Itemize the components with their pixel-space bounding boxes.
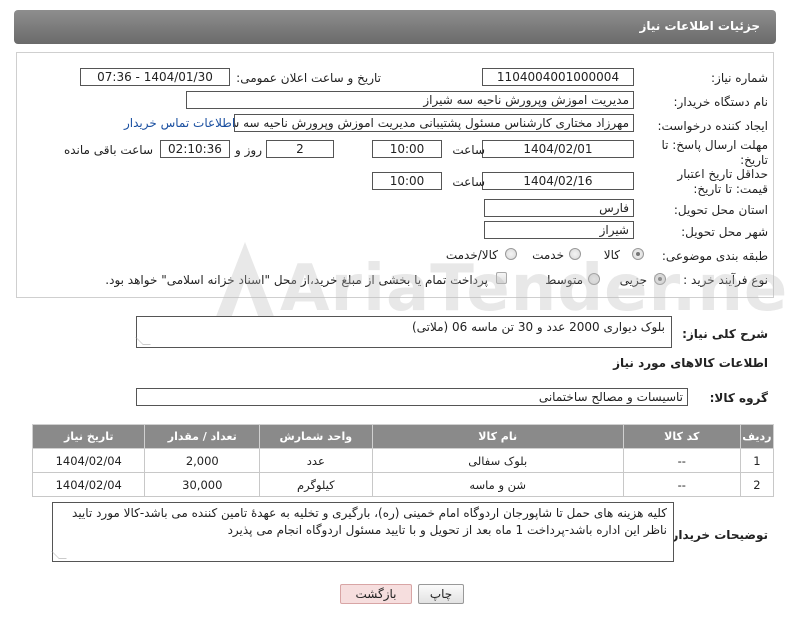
item-name-cell: بلوک سفالی (371, 448, 624, 473)
goods-group-field: تاسیسات و مصالح ساختمانی (136, 388, 688, 406)
requester-field: مهرزاد مختاری کارشناس مسئول پشتیبانی مدی… (234, 114, 634, 132)
description-textarea[interactable]: بلوک دیواری 2000 عدد و 30 تن ماسه 06 (مل… (135, 316, 672, 348)
goods-section-title: اطلاعات کالاهای مورد نیاز (613, 356, 768, 370)
days-label: روز و (235, 143, 262, 157)
buyer-notes-textarea[interactable]: کلیه هزینه های حمل تا شاپورجان اردوگاه ا… (51, 502, 674, 562)
row-number-cell: 2 (739, 472, 775, 497)
col-item-name: نام کالا (371, 424, 624, 449)
buyer-org-field: مدیریت اموزش وپرورش ناحیه سه شیراز (186, 91, 634, 109)
category-goods-service-radio[interactable] (505, 248, 517, 260)
treasury-payment-note: پرداخت تمام یا بخشی از مبلغ خرید،از محل … (105, 273, 488, 287)
deadline-time-label: ساعت (452, 143, 485, 157)
need-date-cell: 1404/02/04 (31, 448, 146, 473)
row-number-cell: 1 (739, 448, 775, 473)
quantity-cell: 2,000 (144, 448, 261, 473)
announce-field: 1404/01/30 - 07:36 (80, 68, 230, 86)
requester-label: ایجاد کننده درخواست: (657, 119, 768, 133)
goods-table: ردیف کد کالا نام کالا واحد شمارش تعداد /… (31, 424, 775, 497)
price-validity-time-label: ساعت (452, 175, 485, 189)
announce-label: تاریخ و ساعت اعلان عمومی: (236, 71, 381, 85)
category-goods-service-label: کالا/خدمت (445, 248, 498, 262)
print-button[interactable]: چاپ (418, 584, 464, 604)
category-goods-label: کالا (603, 248, 620, 262)
page-title: جزئیات اطلاعات نیاز (639, 19, 760, 33)
province-field: فارس (484, 199, 634, 217)
table-row: 2 -- شن و ماسه کیلوگرم 30,000 1404/02/04 (31, 472, 775, 497)
col-item-code: کد کالا (622, 424, 741, 449)
price-validity-time-field: 10:00 (372, 172, 442, 190)
city-field: شیراز (484, 221, 634, 239)
unit-cell: عدد (259, 448, 373, 473)
buyer-contact-link[interactable]: اطلاعات تماس خریدار (124, 116, 235, 130)
need-date-cell: 1404/02/04 (31, 472, 146, 497)
buyer-org-label: نام دستگاه خریدار: (673, 95, 769, 109)
quantity-cell: 30,000 (144, 472, 261, 497)
resize-grip-icon[interactable] (135, 337, 151, 345)
col-quantity: تعداد / مقدار (144, 424, 261, 449)
goods-group-label: گروه کالا: (709, 391, 768, 405)
price-validity-date-field: 1404/02/16 (482, 172, 634, 190)
description-label: شرح کلی نیاز: (682, 327, 768, 341)
price-validity-label: حداقل تاریخ اعتبار قیمت: تا تاریخ: (677, 167, 768, 196)
province-label: استان محل تحویل: (673, 203, 768, 217)
category-label: طبقه بندی موضوعی: (661, 249, 768, 263)
item-code-cell: -- (622, 448, 741, 473)
title-bar: جزئیات اطلاعات نیاز (14, 10, 776, 44)
need-number-label: شماره نیاز: (711, 71, 768, 85)
item-name-cell: شن و ماسه (371, 472, 624, 497)
unit-cell: کیلوگرم (259, 472, 373, 497)
category-service-radio[interactable] (569, 248, 581, 260)
description-text: بلوک دیواری 2000 عدد و 30 تن ماسه 06 (مل… (411, 320, 665, 334)
days-field: 2 (266, 140, 334, 158)
purchase-type-minor-radio[interactable] (654, 273, 666, 285)
col-need-date: تاریخ نیاز (31, 424, 146, 449)
col-row-number: ردیف (739, 424, 775, 449)
category-goods-radio[interactable] (632, 248, 644, 260)
need-number-field: 1104004001000004 (482, 68, 634, 86)
deadline-time-field: 10:00 (372, 140, 442, 158)
deadline-label: مهلت ارسال پاسخ: تا تاریخ: (661, 138, 768, 167)
category-service-label: خدمت (532, 248, 564, 262)
purchase-type-medium-label: متوسط (545, 273, 583, 287)
buyer-notes-label: توضیحات خریدار: (666, 528, 768, 542)
purchase-type-label: نوع فرآیند خرید : (683, 273, 768, 287)
back-button[interactable]: بازگشت (340, 584, 412, 604)
resize-grip-icon[interactable] (51, 551, 67, 559)
buyer-notes-text: کلیه هزینه های حمل تا شاپورجان اردوگاه ا… (72, 506, 667, 537)
treasury-payment-checkbox[interactable] (496, 272, 507, 284)
remaining-time-field: 02:10:36 (160, 140, 230, 158)
remaining-time-label: ساعت باقی مانده (63, 143, 153, 157)
city-label: شهر محل تحویل: (681, 225, 768, 239)
purchase-type-minor-label: جزیی (619, 273, 647, 287)
purchase-type-medium-radio[interactable] (588, 273, 600, 285)
col-unit: واحد شمارش (259, 424, 373, 449)
item-code-cell: -- (622, 472, 741, 497)
table-row: 1 -- بلوک سفالی عدد 2,000 1404/02/04 (31, 448, 775, 473)
goods-table-header: ردیف کد کالا نام کالا واحد شمارش تعداد /… (31, 424, 775, 449)
deadline-date-field: 1404/02/01 (482, 140, 634, 158)
